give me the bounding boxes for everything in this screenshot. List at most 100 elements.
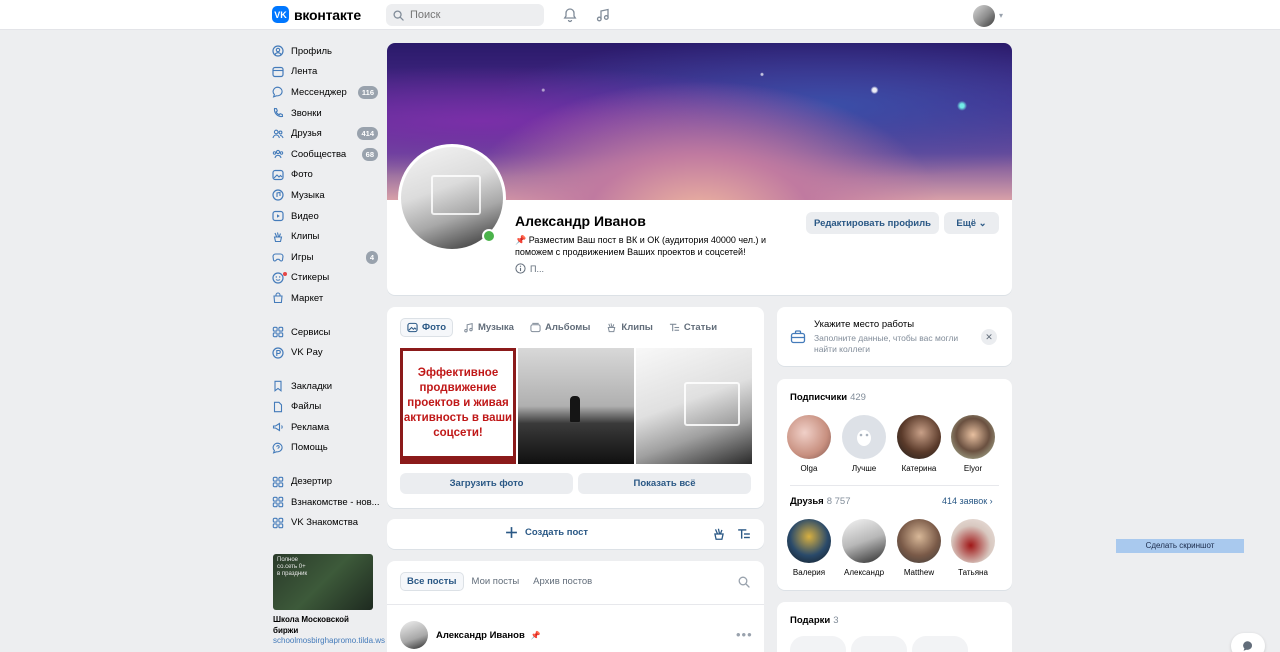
- sidebar-item-label: Клипы: [291, 231, 320, 243]
- close-icon[interactable]: ✕: [981, 329, 997, 345]
- tab-my-posts[interactable]: Мои посты: [466, 572, 526, 591]
- sidebar-item-friends[interactable]: Друзья 414: [272, 123, 382, 144]
- sidebar-item-games[interactable]: Игры 4: [272, 247, 382, 268]
- tab-articles[interactable]: Статьи: [663, 318, 723, 337]
- followers-title[interactable]: Подписчики 429: [790, 392, 866, 403]
- sidebar-item-music[interactable]: Музыка: [272, 185, 382, 206]
- friends-title[interactable]: Друзья 8 757: [790, 496, 851, 507]
- file-icon: [272, 401, 284, 413]
- music-icon: [272, 189, 284, 202]
- photo-thumbnail[interactable]: [518, 348, 634, 464]
- more-options-icon[interactable]: •••: [736, 627, 753, 642]
- follower-avatar: [787, 415, 831, 459]
- follower-item[interactable]: Elyor: [948, 415, 998, 473]
- tab-clips[interactable]: Клипы: [600, 318, 659, 337]
- upload-photo-button[interactable]: Загрузить фото: [400, 473, 573, 494]
- friends-title-label: Друзья: [790, 496, 824, 507]
- profile-info-link[interactable]: П...: [515, 263, 544, 274]
- chevron-down-icon[interactable]: ▾: [999, 11, 1003, 20]
- sidebar-item-communities[interactable]: Сообщества 68: [272, 144, 382, 165]
- chat-bubble-icon[interactable]: [1231, 633, 1265, 652]
- search-input[interactable]: [410, 9, 530, 21]
- profile-name: Александр Иванов: [515, 213, 646, 229]
- sidebar-item-market[interactable]: Маркет: [272, 288, 382, 309]
- tab-photo[interactable]: Фото: [400, 318, 454, 337]
- sidebar-item-label: Стикеры: [291, 272, 330, 284]
- edit-profile-button[interactable]: Редактировать профиль: [806, 212, 939, 234]
- photo-thumbnail[interactable]: Эффективное продвижение проектов и живая…: [400, 348, 516, 464]
- follower-avatar: [842, 415, 886, 459]
- sidebar-item-profile[interactable]: Профиль: [272, 41, 382, 62]
- sidebar-item-files[interactable]: Файлы: [272, 397, 382, 418]
- sidebar-item-label: Игры: [291, 251, 314, 263]
- friend-item[interactable]: Татьяна: [948, 519, 998, 577]
- music-note-icon[interactable]: [595, 7, 611, 23]
- sidebar-item-label: Файлы: [291, 401, 322, 413]
- profile-status[interactable]: 📌 Разместим Ваш пост в ВК и ОК (аудитори…: [515, 234, 775, 258]
- friend-item[interactable]: Александр: [839, 519, 889, 577]
- sidebar-item-label: Маркет: [291, 292, 324, 304]
- sidebar-item-vkpay[interactable]: VK Pay: [272, 342, 382, 363]
- sidebar-ad-title[interactable]: Школа Московской биржи: [273, 614, 373, 636]
- screenshot-button[interactable]: Сделать скриншот: [1116, 539, 1244, 553]
- search-icon[interactable]: [738, 576, 750, 588]
- sidebar-item-messenger[interactable]: Мессенджер 116: [272, 82, 382, 103]
- header-avatar[interactable]: [973, 5, 995, 27]
- app-icon: [272, 517, 284, 529]
- follower-item[interactable]: Olga: [784, 415, 834, 473]
- sidebar-item-clips[interactable]: Клипы: [272, 226, 382, 247]
- gift-item[interactable]: [912, 636, 968, 652]
- sidebar-item-feed[interactable]: Лента: [272, 62, 382, 83]
- work-prompt-title[interactable]: Укажите место работы: [814, 319, 914, 330]
- sidebar-item-app-vk-dating[interactable]: VK Знакомства: [272, 512, 382, 533]
- media-card: Фото Музыка Альбомы Клипы Статьи Эффекти…: [387, 307, 764, 508]
- create-post-button[interactable]: Создать пост: [505, 526, 588, 539]
- tab-music[interactable]: Музыка: [457, 318, 520, 337]
- work-prompt-subtitle: Заполните данные, чтобы вас могли найти …: [814, 333, 959, 354]
- sidebar-item-services[interactable]: Сервисы: [272, 322, 382, 343]
- article-icon[interactable]: [737, 527, 751, 541]
- sidebar-item-app-dezertir[interactable]: Дезертир: [272, 471, 382, 492]
- tab-label: Клипы: [621, 322, 653, 333]
- photo-thumbnail[interactable]: [636, 348, 752, 464]
- friend-name: Matthew: [903, 568, 935, 577]
- bell-icon[interactable]: [562, 7, 578, 23]
- sidebar-item-photos[interactable]: Фото: [272, 165, 382, 186]
- sidebar-item-label: Реклама: [291, 421, 330, 433]
- sidebar-ad-link[interactable]: schoolmosbirghapromo.tilda.ws: [273, 636, 385, 646]
- vk-logo[interactable]: VK вконтакте: [272, 6, 361, 23]
- sidebar-ad-image[interactable]: Полное со.сеть 0+ в праздник: [273, 554, 373, 610]
- search-box[interactable]: [386, 4, 544, 26]
- sidebar-item-bookmarks[interactable]: Закладки: [272, 376, 382, 397]
- articles-icon: [669, 323, 680, 332]
- media-tabs: Фото Музыка Альбомы Клипы Статьи: [400, 318, 723, 337]
- tab-albums[interactable]: Альбомы: [524, 318, 596, 337]
- gift-item[interactable]: [790, 636, 846, 652]
- gift-item[interactable]: [851, 636, 907, 652]
- show-all-button[interactable]: Показать всё: [578, 473, 751, 494]
- sidebar-item-app-vznakomstve[interactable]: Взнакомстве - нов...: [272, 492, 382, 513]
- tab-archive[interactable]: Архив постов: [527, 572, 598, 591]
- sidebar-item-help[interactable]: Помощь: [272, 438, 382, 459]
- friend-item[interactable]: Matthew: [894, 519, 944, 577]
- sidebar-item-stickers[interactable]: Стикеры: [272, 268, 382, 289]
- follower-item[interactable]: Катерина: [894, 415, 944, 473]
- ad-image-text: Полное со.сеть 0+ в праздник: [277, 557, 308, 577]
- gifts-title[interactable]: Подарки 3: [790, 615, 839, 626]
- follower-item[interactable]: Лучше: [839, 415, 889, 473]
- more-button[interactable]: Ещё ⌄: [944, 212, 999, 234]
- sidebar-item-video[interactable]: Видео: [272, 206, 382, 227]
- sidebar-separator: [272, 309, 382, 322]
- unread-badge: 116: [357, 86, 378, 100]
- friend-item[interactable]: Валерия: [784, 519, 834, 577]
- clips-icon[interactable]: [712, 527, 726, 541]
- chevron-down-icon: ⌄: [978, 217, 987, 229]
- tab-all-posts[interactable]: Все посты: [400, 572, 464, 591]
- divider: [387, 604, 764, 605]
- post-author[interactable]: Александр Иванов 📌: [436, 630, 541, 641]
- post-author-avatar[interactable]: [400, 621, 428, 649]
- friend-requests-link[interactable]: 414 заявок ›: [942, 496, 993, 506]
- sidebar-item-calls[interactable]: Звонки: [272, 103, 382, 124]
- sidebar-item-ads[interactable]: Реклама: [272, 417, 382, 438]
- profile-header-card: Александр Иванов 📌 Разместим Ваш пост в …: [387, 43, 1012, 295]
